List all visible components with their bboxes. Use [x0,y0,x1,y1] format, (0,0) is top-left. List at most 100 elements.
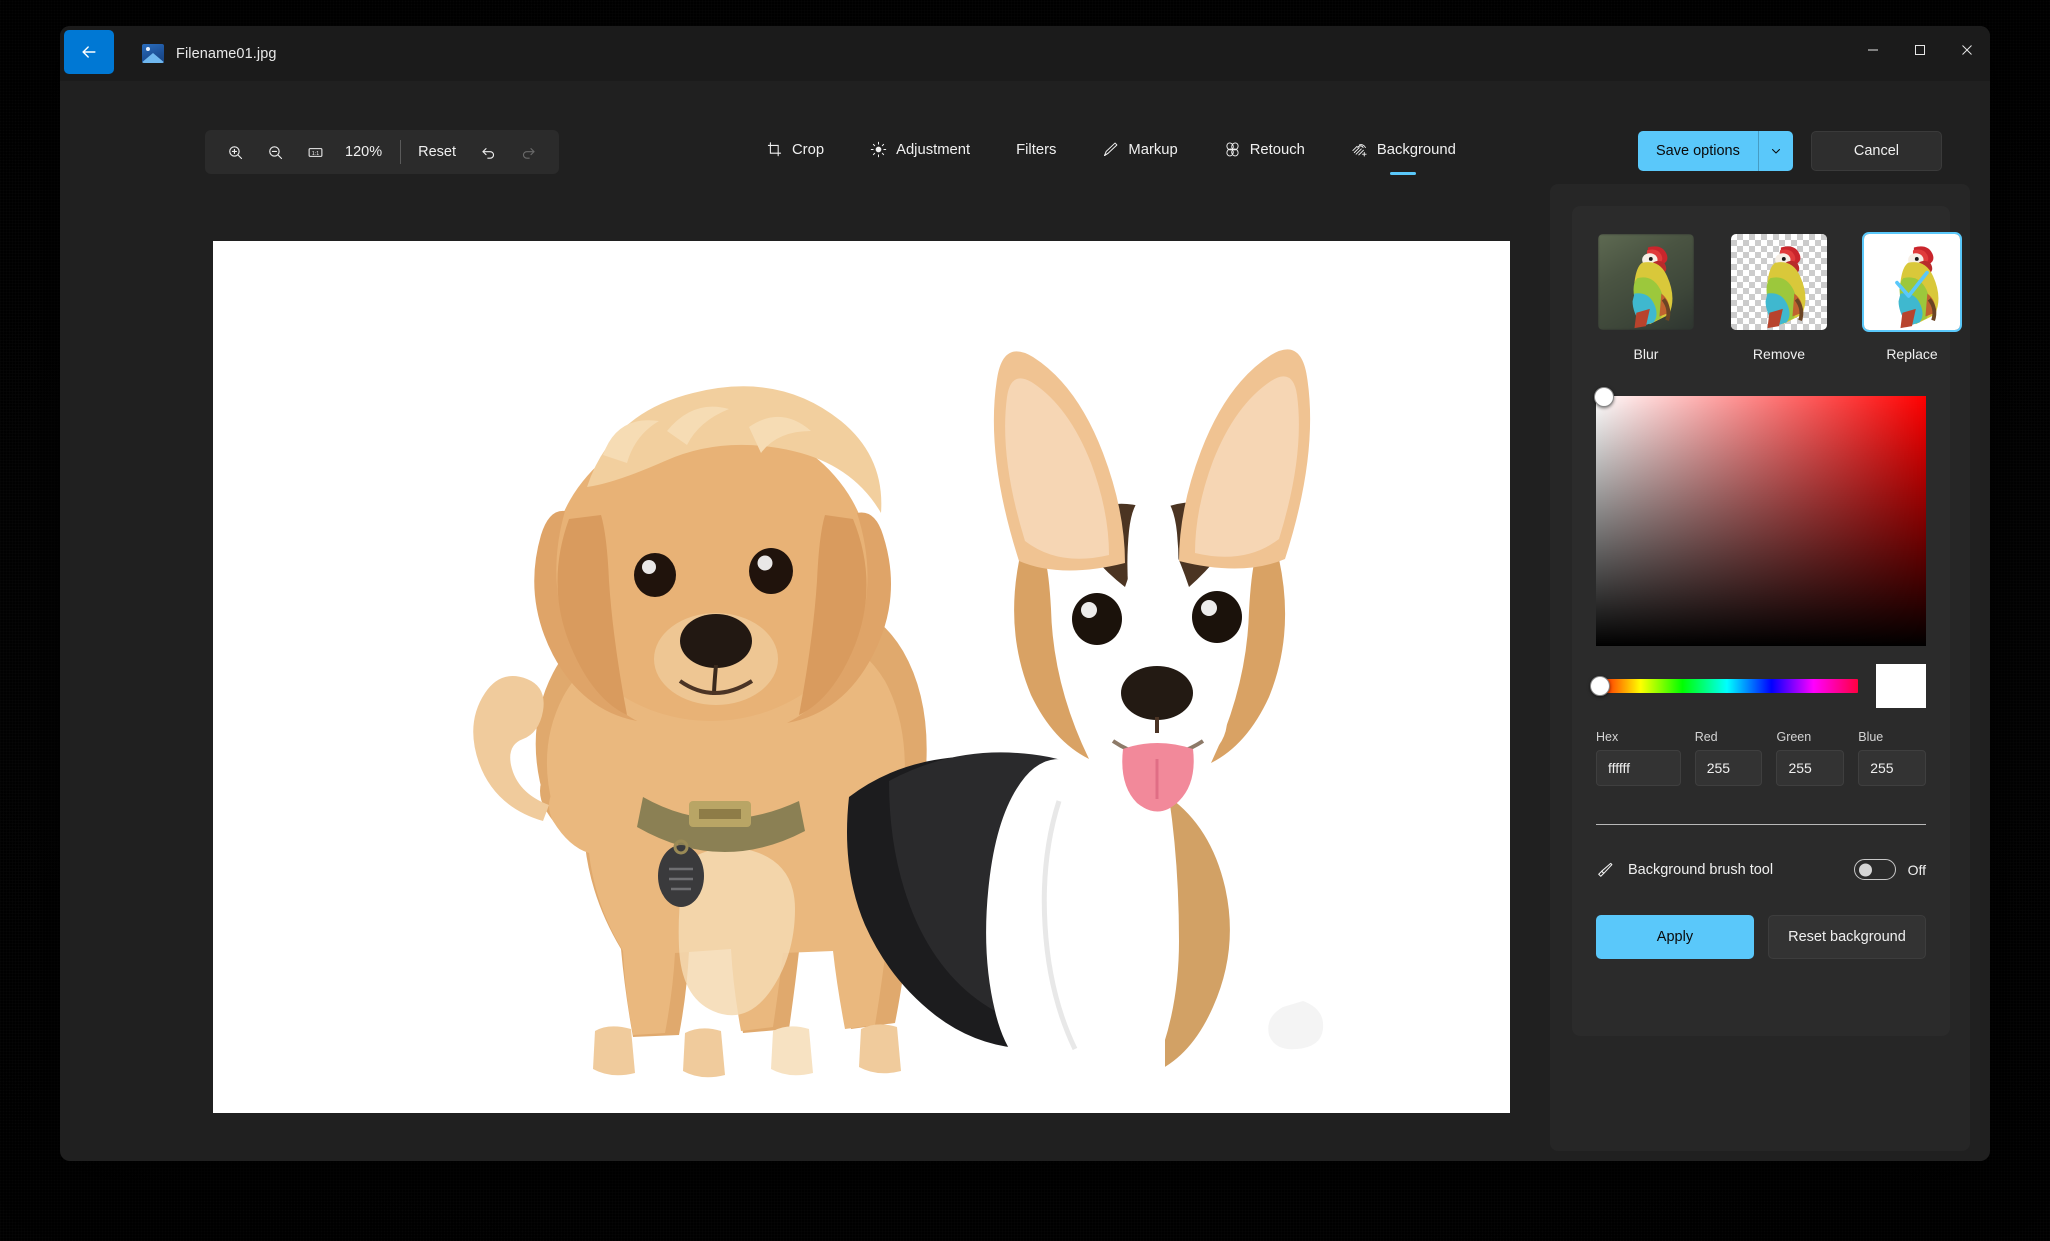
maximize-button[interactable] [1896,26,1943,74]
replace-thumbnail [1862,232,1962,332]
title-bar: Filename01.jpg [60,26,1990,81]
save-options-button[interactable]: Save options [1638,131,1793,171]
svg-text:1:1: 1:1 [311,150,318,156]
tab-adjustment[interactable]: Adjustment [854,133,986,166]
crop-icon [767,142,782,157]
zoom-in-button[interactable] [215,134,255,170]
retouch-icon [1226,142,1239,157]
brightness-icon [870,141,887,158]
saturation-value-square[interactable] [1596,396,1926,646]
parrot-preview-icon [1765,246,1806,329]
green-label: Green [1776,730,1812,744]
brush-icon [1598,862,1613,877]
blue-field-group: Blue 255 [1858,730,1926,786]
chevron-down-icon [1771,149,1780,154]
panel-divider [1596,824,1926,825]
tab-markup[interactable]: Markup [1086,133,1193,166]
window-title-group: Filename01.jpg [142,26,277,81]
reset-zoom-button[interactable]: Reset [405,137,469,167]
color-value-fields: Hex ffffff Red 255 Green 255 Blue 255 [1596,730,1926,786]
zoom-out-button[interactable] [255,134,295,170]
brush-toggle-group: Off [1853,859,1926,880]
tab-crop[interactable]: Crop [750,133,840,166]
header-actions: Save options Cancel [1638,131,1942,171]
undo-icon [482,147,495,159]
remove-label: Remove [1752,346,1806,362]
canvas-area: Press apply to complete the background c… [60,184,1540,1161]
tab-background[interactable]: Background [1335,133,1472,166]
background-panel-content: Blur Remove Replace Hex ffffff Red 255 G… [1572,206,1962,1036]
red-input[interactable]: 255 [1694,750,1763,786]
brush-tool-label: Background brush tool [1628,861,1774,878]
back-button[interactable] [64,30,114,74]
blur-label: Blur [1633,346,1659,362]
save-options-caret[interactable] [1759,131,1793,171]
window-title: Filename01.jpg [176,45,277,62]
maximize-icon [1914,45,1925,55]
apply-button[interactable]: Apply [1596,915,1754,959]
blue-label: Blue [1858,730,1884,744]
window-controls [1849,26,1990,74]
editor-tab-bar: Crop Adjustment Filters Markup Retouch B… [750,133,1486,166]
background-mode-blur[interactable]: Blur [1596,232,1696,362]
pen-icon [1104,142,1118,157]
tab-filters-label: Filters [1016,141,1057,158]
red-field-group: Red 255 [1694,730,1763,786]
saturation-value-picker[interactable] [1594,387,1926,646]
hue-slider-handle[interactable] [1590,676,1610,696]
image-canvas[interactable] [213,241,1510,1113]
tab-retouch[interactable]: Retouch [1208,133,1321,166]
background-mode-remove[interactable]: Remove [1729,232,1829,362]
tab-markup-label: Markup [1128,141,1178,158]
redo-button[interactable] [509,134,549,170]
tab-adjustment-label: Adjustment [896,141,971,158]
remove-thumbnail [1729,232,1829,332]
selected-check-icon [1895,270,1929,298]
hex-field-group: Hex ffffff [1596,730,1681,786]
tab-crop-label: Crop [792,141,825,158]
hex-input[interactable]: ffffff [1596,750,1681,786]
zoom-out-icon [268,145,282,159]
hue-row [1590,664,1926,708]
one-to-one-icon: 1:1 [308,147,322,157]
background-icon [1352,144,1367,157]
cancel-button[interactable]: Cancel [1810,131,1942,171]
toggle-knob [1858,863,1872,876]
toolbar-row: 1:1 120% Reset Crop Adjustment Filters M… [60,81,1990,184]
tab-background-label: Background [1376,141,1456,158]
brush-label-group: Background brush tool [1596,861,1773,879]
image-file-icon [142,44,164,63]
photo-editor-window: Filename01.jpg 1:1 120% Reset Crop Adjus… [60,26,1990,1161]
brush-tool-state: Off [1907,861,1926,878]
saturation-value-handle[interactable] [1594,387,1614,407]
background-mode-replace[interactable]: Replace [1862,232,1962,362]
hex-label: Hex [1596,730,1619,744]
undo-button[interactable] [469,134,509,170]
toolbar-divider [400,140,402,164]
actual-size-button[interactable]: 1:1 [295,134,335,170]
minimize-icon [1867,49,1878,51]
tab-retouch-label: Retouch [1249,141,1305,158]
blue-input[interactable]: 255 [1858,750,1926,786]
red-label: Red [1694,730,1718,744]
parrot-preview-icon [1632,246,1673,329]
edited-photo [213,241,1510,1113]
back-arrow-icon [82,46,96,58]
zoom-in-icon [228,145,242,159]
zoom-level-label: 120% [345,144,383,160]
background-panel: Blur Remove Replace Hex ffffff Red 255 G… [1550,184,1970,1151]
zoom-toolbar: 1:1 120% Reset [205,130,559,174]
panel-button-row: Apply Reset background [1596,915,1926,959]
close-button[interactable] [1943,26,1990,74]
close-icon [1961,45,1972,55]
green-field-group: Green 255 [1776,730,1845,786]
tab-filters[interactable]: Filters [1000,134,1072,166]
brush-tool-toggle[interactable] [1853,859,1896,880]
hue-gradient-track[interactable] [1596,679,1858,693]
green-input[interactable]: 255 [1776,750,1845,786]
current-color-swatch [1876,664,1926,708]
minimize-button[interactable] [1849,26,1896,74]
reset-background-button[interactable]: Reset background [1767,915,1926,959]
hue-slider[interactable] [1590,676,1858,696]
background-brush-row: Background brush tool Off [1596,859,1926,880]
